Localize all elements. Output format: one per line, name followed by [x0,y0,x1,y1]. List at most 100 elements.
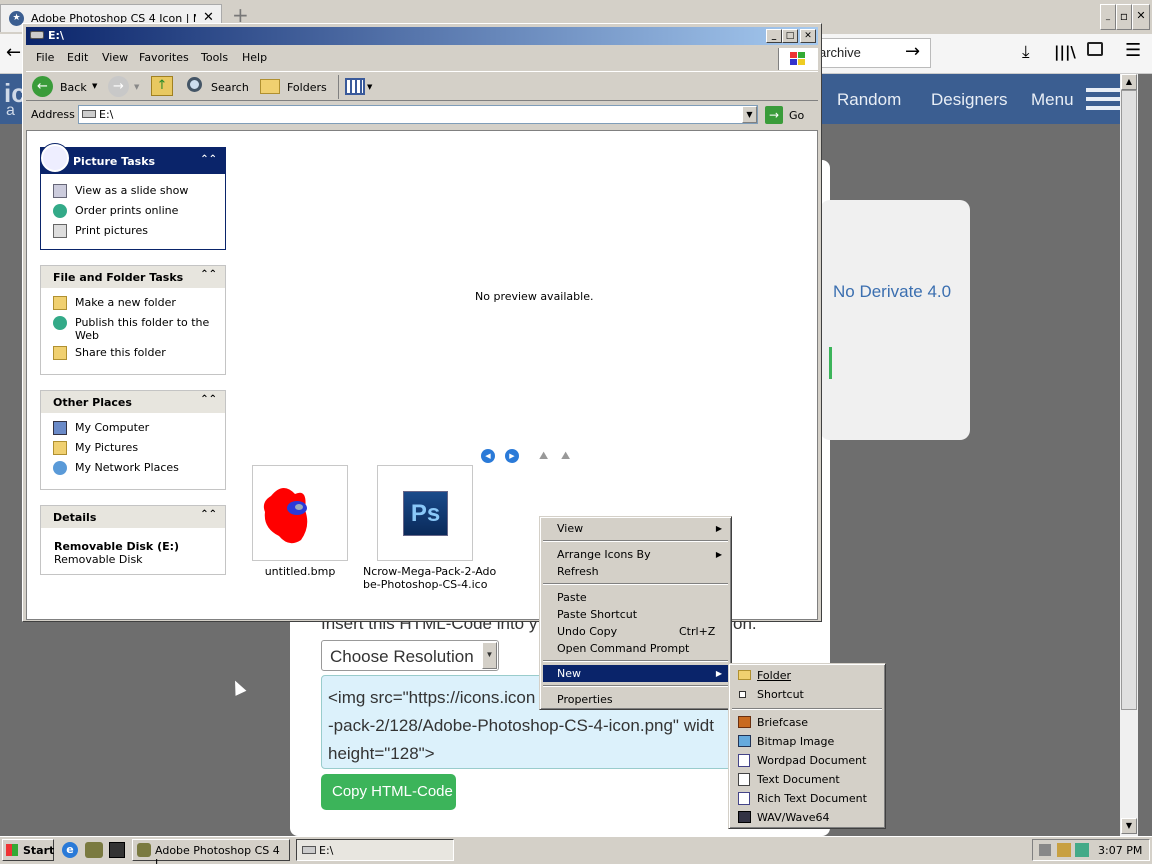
menu-item-paste-shortcut[interactable]: Paste Shortcut [543,606,728,623]
tray-icon[interactable] [1075,843,1089,857]
place-my-computer[interactable]: My Computer [41,418,225,438]
task-label: Order prints online [75,204,179,217]
minimize-button[interactable]: _ [766,29,782,43]
menu-favorites[interactable]: Favorites [139,51,189,64]
menu-item-view[interactable]: View ▶ [543,520,728,537]
tray-icon[interactable] [1039,844,1051,856]
menu-item-undo-copy[interactable]: Undo Copy Ctrl+Z [543,623,728,640]
maximize-button[interactable]: □ [782,29,798,43]
quicklaunch-app-icon[interactable] [85,842,103,858]
rotate-counterclockwise-icon[interactable]: ⛰ [561,449,570,463]
menu-view[interactable]: View [102,51,128,64]
file-item[interactable]: Ps Ncrow-Mega-Pack-2-Ado be-Photoshop-CS… [363,465,496,595]
previous-image-icon[interactable]: ◀ [481,449,495,463]
tray-icon[interactable] [1057,843,1071,857]
place-my-pictures[interactable]: My Pictures [41,438,225,458]
menu-item-properties[interactable]: Properties [543,691,728,708]
taskbar-task-browser[interactable]: Adobe Photoshop CS 4 I... [132,839,290,864]
windows-logo-icon [6,844,18,856]
submenu-item-wordpad[interactable]: Wordpad Document [732,752,882,769]
search-button[interactable]: Search [184,75,250,99]
rotate-clockwise-icon[interactable]: ⛰ [539,449,548,463]
browser-restore-button[interactable]: ▫ [1116,4,1132,30]
start-button[interactable]: Start [2,839,54,861]
nav-menu[interactable]: Menu [1031,90,1074,110]
url-bar[interactable]: archive → [808,38,931,68]
select-arrow-icon[interactable]: ▼ [482,642,497,669]
task-new-folder[interactable]: Make a new folder [41,293,225,313]
explorer-title: E:\ [48,29,64,42]
submenu-item-text-document[interactable]: Text Document [732,771,882,788]
submenu-item-shortcut[interactable]: Shortcut [732,686,882,703]
panel-header[interactable]: File and Folder Tasks ⌃⌃ [41,266,225,288]
ie-quicklaunch-icon[interactable]: e [62,842,78,858]
taskbar-task-explorer[interactable]: E:\ [296,839,454,861]
task-slideshow[interactable]: View as a slide show [41,181,225,201]
task-order-prints[interactable]: Order prints online [41,201,225,221]
hamburger-menu-icon[interactable]: ☰ [1125,40,1141,61]
context-menu: View ▶ Arrange Icons By ▶ Refresh Paste Pa… [539,516,732,710]
copy-html-code-button[interactable]: Copy HTML-Code [321,774,456,810]
drive-type: Removable Disk [54,553,143,566]
task-publish-web[interactable]: Publish this folder to the Web [41,313,225,343]
collapse-chevron-icon[interactable]: ⌃⌃ [200,509,217,520]
scroll-thumb[interactable] [1121,90,1137,710]
menu-hamburger-icon[interactable] [1086,88,1120,110]
menu-tools[interactable]: Tools [201,51,228,64]
media-quicklaunch-icon[interactable] [109,842,125,858]
menu-item-arrange-icons[interactable]: Arrange Icons By ▶ [543,546,728,563]
submenu-item-folder[interactable]: Folder [732,667,882,684]
scroll-up-button[interactable]: ▲ [1121,74,1137,90]
scroll-down-button[interactable]: ▼ [1121,818,1137,834]
submenu-item-briefcase[interactable]: Briefcase [732,714,882,731]
panel-header[interactable]: Picture Tasks ⌃⌃ [41,144,225,174]
menu-item-refresh[interactable]: Refresh [543,563,728,580]
address-input[interactable]: E:\ ▼ [78,105,758,124]
nav-designers[interactable]: Designers [931,90,1008,110]
browser-minimize-button[interactable]: _ [1100,4,1116,30]
collapse-chevron-icon[interactable]: ⌃⌃ [200,269,217,280]
menu-item-paste[interactable]: Paste [543,589,728,606]
close-button[interactable]: ✕ [800,29,816,43]
task-share-folder[interactable]: Share this folder [41,343,225,363]
forward-button-icon[interactable]: → [108,76,129,97]
collapse-chevron-icon[interactable]: ⌃⌃ [200,154,217,165]
go-arrow-icon[interactable]: → [905,41,920,62]
views-button[interactable]: ▼ [338,75,374,99]
panel-header[interactable]: Details ⌃⌃ [41,506,225,528]
back-dropdown-icon[interactable]: ▼ [92,82,97,90]
details-panel: Details ⌃⌃ Removable Disk (E:) Removable… [40,505,226,575]
next-image-icon[interactable]: ▶ [505,449,519,463]
up-folder-icon[interactable]: ↑ [151,76,173,96]
place-network[interactable]: My Network Places [41,458,225,478]
panel-header[interactable]: Other Places ⌃⌃ [41,391,225,413]
menu-item-open-command-prompt[interactable]: Open Command Prompt [543,640,728,657]
back-arrow-icon[interactable]: ← [6,42,21,63]
go-button[interactable]: → Go [763,105,813,125]
sidebar-icon[interactable] [1087,42,1103,56]
nav-random[interactable]: Random [837,90,901,110]
menu-file[interactable]: File [36,51,54,64]
submenu-item-wav[interactable]: WAV/Wave64 [732,809,882,826]
file-item[interactable]: untitled.bmp [252,465,352,595]
library-icon[interactable]: |||\ [1054,43,1076,61]
folders-button[interactable]: Folders [257,75,327,99]
resolution-select[interactable]: Choose Resolution ▼ [321,640,499,671]
code-line: -pack-2/128/Adobe-Photoshop-CS-4-icon.pn… [328,716,714,735]
explorer-title-bar[interactable]: E:\ _ □ ✕ [26,27,818,45]
menu-help[interactable]: Help [242,51,267,64]
submenu-item-rich-text[interactable]: Rich Text Document [732,790,882,807]
address-dropdown-icon[interactable]: ▼ [742,106,757,123]
task-print-pictures[interactable]: Print pictures [41,221,225,241]
download-icon[interactable]: ⤓ [1022,42,1030,62]
menu-edit[interactable]: Edit [67,51,88,64]
collapse-chevron-icon[interactable]: ⌃⌃ [200,394,217,405]
menu-separator [543,685,728,687]
submenu-item-bitmap[interactable]: Bitmap Image [732,733,882,750]
back-button[interactable]: ← Back ▼ [30,75,102,99]
briefcase-icon [738,716,751,728]
browser-close-button[interactable]: ✕ [1132,4,1150,30]
forward-dropdown-icon[interactable]: ▼ [134,83,139,91]
menu-label: Refresh [557,565,599,578]
menu-item-new[interactable]: New ▶ [543,665,728,682]
